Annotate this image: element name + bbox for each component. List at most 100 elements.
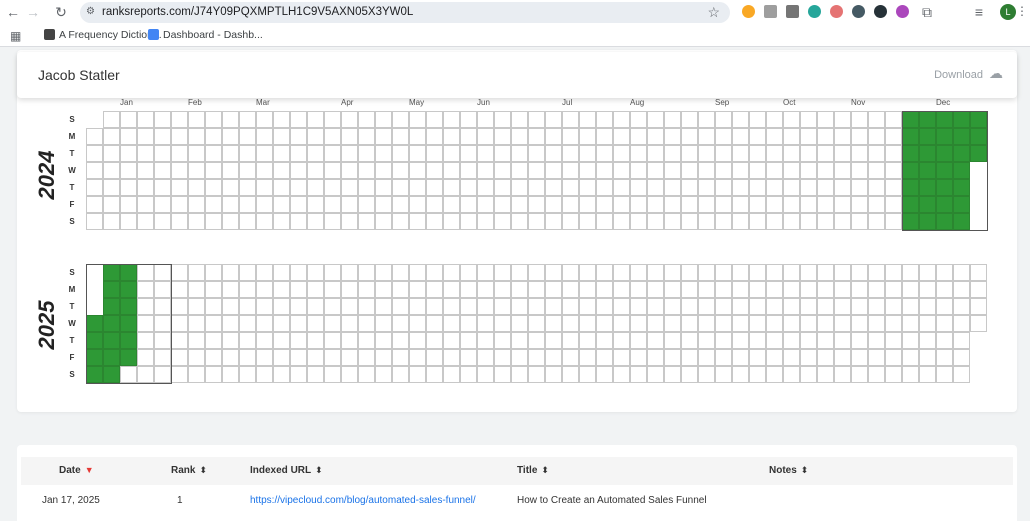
calendar-day-cell[interactable] — [528, 213, 545, 230]
calendar-day-cell[interactable] — [545, 349, 562, 366]
calendar-day-cell[interactable] — [511, 264, 528, 281]
calendar-day-cell[interactable] — [494, 196, 511, 213]
calendar-day-cell[interactable] — [188, 145, 205, 162]
calendar-day-cell[interactable] — [613, 213, 630, 230]
site-info-icon[interactable]: ⚙ — [86, 6, 95, 17]
calendar-day-cell[interactable] — [307, 179, 324, 196]
calendar-day-cell[interactable] — [766, 281, 783, 298]
calendar-day-cell[interactable] — [868, 298, 885, 315]
calendar-day-cell[interactable] — [443, 145, 460, 162]
calendar-day-cell[interactable] — [715, 128, 732, 145]
calendar-day-cell[interactable] — [885, 366, 902, 383]
calendar-day-cell[interactable] — [817, 179, 834, 196]
calendar-day-cell[interactable] — [647, 111, 664, 128]
menu-icon[interactable]: ⋮ — [1016, 4, 1028, 18]
calendar-day-cell[interactable] — [630, 315, 647, 332]
calendar-day-cell[interactable] — [562, 128, 579, 145]
calendar-day-cell[interactable] — [647, 145, 664, 162]
calendar-day-cell[interactable] — [409, 298, 426, 315]
calendar-day-cell[interactable] — [630, 111, 647, 128]
calendar-day-cell[interactable] — [613, 332, 630, 349]
calendar-day-cell[interactable] — [885, 196, 902, 213]
cloud-download-icon[interactable]: ☁ — [989, 65, 1003, 82]
calendar-day-cell[interactable] — [528, 196, 545, 213]
calendar-day-cell[interactable] — [834, 298, 851, 315]
calendar-day-cell[interactable] — [188, 179, 205, 196]
calendar-day-cell[interactable] — [392, 349, 409, 366]
calendar-day-cell[interactable] — [528, 111, 545, 128]
calendar-day-cell[interactable] — [630, 128, 647, 145]
calendar-day-cell[interactable] — [511, 315, 528, 332]
calendar-day-cell[interactable] — [885, 264, 902, 281]
calendar-day-cell[interactable] — [902, 281, 919, 298]
calendar-day-cell[interactable] — [766, 332, 783, 349]
calendar-day-cell[interactable] — [137, 315, 154, 332]
calendar-day-cell[interactable] — [613, 179, 630, 196]
calendar-day-cell[interactable] — [698, 179, 715, 196]
calendar-day-cell[interactable] — [528, 366, 545, 383]
calendar-day-cell[interactable] — [851, 213, 868, 230]
calendar-day-cell[interactable] — [528, 179, 545, 196]
calendar-day-cell[interactable] — [460, 179, 477, 196]
calendar-day-cell[interactable] — [154, 128, 171, 145]
calendar-day-cell[interactable] — [613, 281, 630, 298]
column-title[interactable]: Title ⬍ — [517, 465, 549, 476]
calendar-day-cell[interactable] — [120, 111, 137, 128]
calendar-day-cell[interactable] — [817, 315, 834, 332]
calendar-day-cell[interactable] — [545, 111, 562, 128]
sort-desc-icon[interactable]: ▼ — [85, 465, 94, 475]
calendar-day-cell[interactable] — [902, 196, 919, 213]
calendar-day-cell[interactable] — [647, 366, 664, 383]
calendar-day-cell[interactable] — [919, 332, 936, 349]
calendar-day-cell[interactable] — [375, 111, 392, 128]
calendar-day-cell[interactable] — [664, 264, 681, 281]
profile-avatar[interactable]: L — [1000, 4, 1016, 20]
calendar-day-cell[interactable] — [766, 264, 783, 281]
calendar-day-cell[interactable] — [817, 366, 834, 383]
calendar-day-cell[interactable] — [120, 162, 137, 179]
extension-icon[interactable] — [896, 5, 909, 18]
calendar-day-cell[interactable] — [494, 298, 511, 315]
calendar-day-cell[interactable] — [477, 281, 494, 298]
sort-icon[interactable]: ⬍ — [315, 465, 323, 475]
calendar-day-cell[interactable] — [528, 349, 545, 366]
calendar-day-cell[interactable] — [749, 179, 766, 196]
calendar-day-cell[interactable] — [732, 298, 749, 315]
calendar-day-cell[interactable] — [698, 349, 715, 366]
calendar-day-cell[interactable] — [664, 298, 681, 315]
calendar-day-cell[interactable] — [834, 162, 851, 179]
calendar-day-cell[interactable] — [664, 179, 681, 196]
calendar-day-cell[interactable] — [443, 111, 460, 128]
calendar-day-cell[interactable] — [392, 128, 409, 145]
calendar-day-cell[interactable] — [953, 366, 970, 383]
calendar-day-cell[interactable] — [188, 264, 205, 281]
calendar-day-cell[interactable] — [647, 264, 664, 281]
calendar-day-cell[interactable] — [885, 145, 902, 162]
calendar-day-cell[interactable] — [239, 145, 256, 162]
calendar-day-cell[interactable] — [154, 213, 171, 230]
calendar-day-cell[interactable] — [511, 213, 528, 230]
calendar-day-cell[interactable] — [256, 196, 273, 213]
calendar-day-cell[interactable] — [256, 162, 273, 179]
calendar-day-cell[interactable] — [120, 196, 137, 213]
calendar-day-cell[interactable] — [596, 366, 613, 383]
calendar-day-cell[interactable] — [953, 162, 970, 179]
calendar-day-cell[interactable] — [375, 281, 392, 298]
calendar-day-cell[interactable] — [341, 264, 358, 281]
calendar-day-cell[interactable] — [800, 162, 817, 179]
calendar-day-cell[interactable] — [137, 281, 154, 298]
calendar-day-cell[interactable] — [511, 196, 528, 213]
calendar-day-cell[interactable] — [749, 111, 766, 128]
calendar-day-cell[interactable] — [222, 366, 239, 383]
address-bar[interactable]: ⚙ ranksreports.com/J74Y09PQXMPTLH1C9V5AX… — [80, 2, 730, 23]
calendar-day-cell[interactable] — [613, 111, 630, 128]
calendar-day-cell[interactable] — [681, 162, 698, 179]
calendar-day-cell[interactable] — [562, 349, 579, 366]
calendar-day-cell[interactable] — [86, 162, 103, 179]
calendar-day-cell[interactable] — [613, 128, 630, 145]
calendar-day-cell[interactable] — [324, 315, 341, 332]
calendar-day-cell[interactable] — [222, 196, 239, 213]
calendar-day-cell[interactable] — [953, 298, 970, 315]
calendar-day-cell[interactable] — [375, 145, 392, 162]
calendar-day-cell[interactable] — [290, 298, 307, 315]
